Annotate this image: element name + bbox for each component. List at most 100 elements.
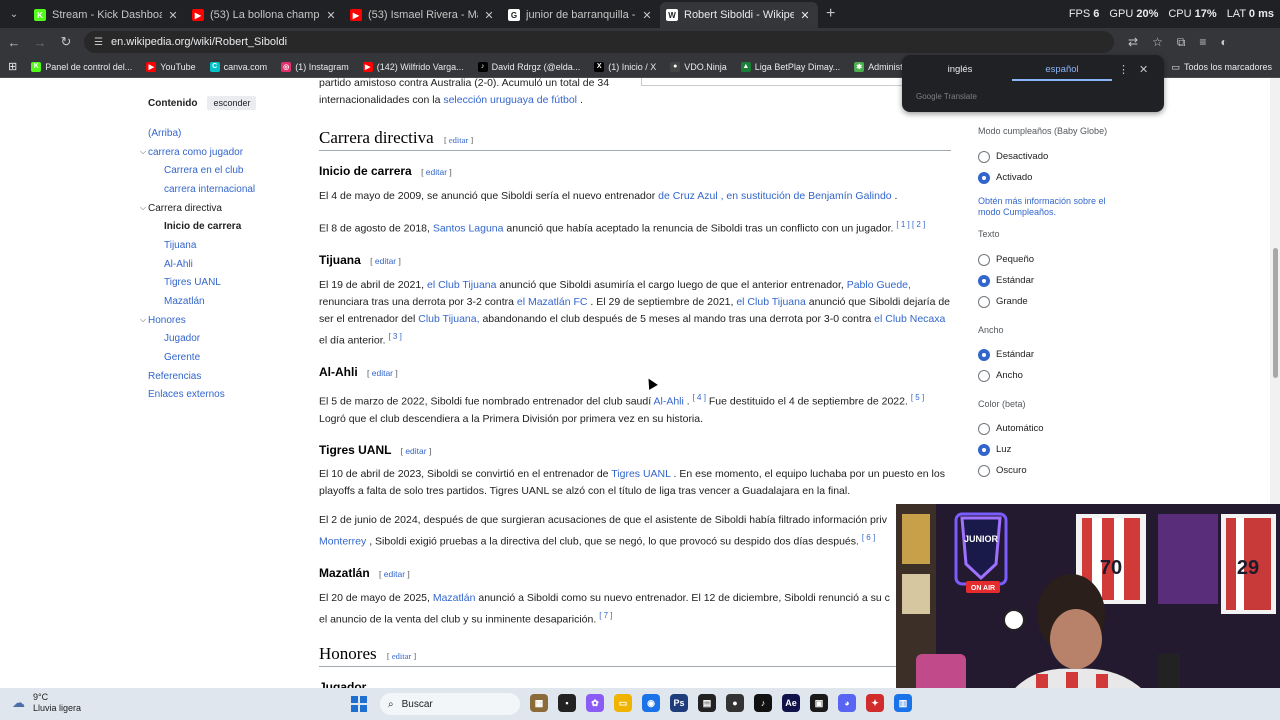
radio-option[interactable]: Estándar bbox=[978, 270, 1123, 291]
edit-link[interactable]: editar bbox=[375, 256, 396, 266]
browser-tab[interactable]: W Robert Siboldi - Wikipedia ✕ bbox=[660, 2, 818, 28]
edit-link[interactable]: editar bbox=[426, 167, 447, 177]
toc-item[interactable]: ⌵ Carrera directiva bbox=[140, 199, 300, 218]
scrollbar-thumb[interactable] bbox=[1273, 248, 1278, 378]
tab-close-icon[interactable]: ✕ bbox=[482, 9, 496, 22]
taskbar-search[interactable]: ⌕ Buscar bbox=[380, 693, 520, 715]
reference-6[interactable]: [ 6 ] bbox=[862, 533, 875, 542]
all-bookmarks[interactable]: ▭ Todos los marcadores bbox=[1171, 56, 1272, 78]
radio-button[interactable] bbox=[978, 171, 990, 184]
link-seleccion-uruguaya[interactable]: selección uruguaya de fútbol bbox=[443, 94, 577, 106]
nvidia-icon[interactable]: ▣ bbox=[810, 694, 828, 712]
more-options-icon[interactable]: ⋮ bbox=[1118, 63, 1129, 76]
radio-button[interactable] bbox=[978, 295, 990, 308]
translate-icon[interactable]: ⇄ bbox=[1128, 35, 1138, 50]
photoshop-icon[interactable]: Ps bbox=[670, 694, 688, 712]
toc-item[interactable]: Mazatlán bbox=[140, 292, 300, 311]
toc-item[interactable]: Enlaces externos bbox=[140, 386, 300, 405]
radio-button[interactable] bbox=[978, 369, 990, 382]
edit-link[interactable]: editar bbox=[384, 569, 405, 579]
radio-option[interactable]: Estándar bbox=[978, 344, 1123, 365]
radio-option[interactable]: Pequeño bbox=[978, 249, 1123, 270]
radio-option[interactable]: Activado bbox=[978, 167, 1123, 188]
toc-item[interactable]: Tigres UANL bbox=[140, 274, 300, 293]
radio-button[interactable] bbox=[978, 348, 990, 361]
edit-link[interactable]: editar bbox=[449, 135, 468, 145]
toc-item[interactable]: Referencias bbox=[140, 367, 300, 386]
toc-item[interactable]: Gerente bbox=[140, 348, 300, 367]
bookmark-item[interactable]: X (1) Inicio / X bbox=[594, 61, 656, 72]
toc-hide-button[interactable]: esconder bbox=[207, 96, 257, 110]
link-monterrey[interactable]: Monterrey bbox=[319, 536, 366, 548]
bookmark-item[interactable]: ● VDO.Ninja bbox=[670, 61, 727, 72]
radio-button[interactable] bbox=[978, 464, 990, 477]
bookmark-item[interactable]: ♪ David Rdrgz (@elda... bbox=[477, 61, 580, 72]
radio-option[interactable]: Oscuro bbox=[978, 460, 1123, 481]
toc-item[interactable]: ⌵ Honores bbox=[140, 311, 300, 330]
chevron-down-icon[interactable]: ⌵ bbox=[140, 315, 148, 325]
reload-icon[interactable]: ↻ bbox=[54, 34, 78, 50]
link-tigres-uanl[interactable]: Tigres UANL bbox=[611, 468, 670, 480]
bookmark-item[interactable]: K Panel de control del... bbox=[31, 61, 132, 72]
radio-option[interactable]: Desactivado bbox=[978, 146, 1123, 167]
taskbar-app-icon[interactable]: ▦ bbox=[530, 694, 548, 712]
tab-close-icon[interactable]: ✕ bbox=[640, 9, 654, 22]
reference-1-2[interactable]: [ 1 ] [ 2 ] bbox=[896, 220, 925, 229]
back-icon[interactable]: ← bbox=[2, 35, 26, 50]
bookmark-item[interactable]: ▶ (142) Wilfrido Varga... bbox=[362, 61, 464, 72]
translate-source-tab[interactable]: inglés bbox=[910, 55, 1010, 85]
after-effects-icon[interactable]: Ae bbox=[782, 694, 800, 712]
radio-button[interactable] bbox=[978, 253, 990, 266]
bookmark-star-icon[interactable]: ☆ bbox=[1152, 35, 1163, 50]
edit-link[interactable]: editar bbox=[372, 368, 393, 378]
tab-close-icon[interactable]: ✕ bbox=[324, 9, 338, 22]
toc-item[interactable]: Jugador bbox=[140, 330, 300, 349]
radio-option[interactable]: Luz bbox=[978, 439, 1123, 460]
bookmark-item[interactable]: ▶ YouTube bbox=[146, 61, 196, 72]
link-mazatlan-fc[interactable]: el Mazatlán FC bbox=[517, 296, 588, 308]
terminal-icon[interactable]: ▪ bbox=[558, 694, 576, 712]
browser-tab[interactable]: ▶ (53) La bollona champeta africa ✕ bbox=[186, 2, 344, 28]
edit-link[interactable]: editar bbox=[392, 651, 411, 661]
bookmark-item[interactable]: ◎ (1) Instagram bbox=[281, 61, 349, 72]
copilot-icon[interactable]: ✿ bbox=[586, 694, 604, 712]
weather-widget[interactable]: ☁ 9°C Lluvia ligera bbox=[12, 692, 81, 714]
browser-tab[interactable]: ▶ (53) Ismael Rivera - Mañana es ✕ bbox=[344, 2, 502, 28]
site-info-icon[interactable]: ☰ bbox=[94, 37, 103, 48]
apps-grid-icon[interactable]: ⊞ bbox=[8, 60, 17, 73]
link-cruz-azul[interactable]: de Cruz Azul , en sustitución de Benjamí… bbox=[658, 190, 891, 202]
tiktok-icon[interactable]: ♪ bbox=[754, 694, 772, 712]
windows-start-icon[interactable] bbox=[351, 696, 367, 712]
toc-item[interactable]: Inicio de carrera bbox=[140, 217, 300, 236]
link-mazatlan[interactable]: Mazatlán bbox=[433, 592, 476, 604]
tab-search-icon[interactable]: ⌄ bbox=[0, 0, 28, 28]
link-al-ahli[interactable]: Al-Ahli bbox=[653, 396, 683, 408]
media-icon[interactable]: ≡ bbox=[1199, 35, 1206, 50]
extensions-icon[interactable]: ⧉ bbox=[1177, 35, 1186, 50]
radio-button[interactable] bbox=[978, 422, 990, 435]
tab-close-icon[interactable]: ✕ bbox=[166, 9, 180, 22]
link-club-tijuana[interactable]: Club Tijuana, bbox=[418, 313, 479, 325]
reference-5[interactable]: [ 5 ] bbox=[911, 393, 924, 402]
reference-4[interactable]: [ 4 ] bbox=[693, 393, 706, 402]
birthday-info-link[interactable]: Obtén más información sobre el modo Cump… bbox=[978, 196, 1123, 218]
toc-item[interactable]: Carrera en el club bbox=[140, 161, 300, 180]
radio-button[interactable] bbox=[978, 150, 990, 163]
toc-item[interactable]: carrera internacional bbox=[140, 180, 300, 199]
file-explorer-icon[interactable]: ▭ bbox=[614, 694, 632, 712]
radio-option[interactable]: Ancho bbox=[978, 365, 1123, 386]
toc-item[interactable]: (Arriba) bbox=[140, 124, 300, 143]
profile-icon[interactable]: ◐ bbox=[1220, 35, 1227, 50]
link-club-tijuana[interactable]: el Club Tijuana bbox=[427, 279, 496, 291]
app-icon[interactable]: ✦ bbox=[866, 694, 884, 712]
reference-3[interactable]: [ 3 ] bbox=[388, 332, 401, 341]
address-bar[interactable]: ☰ en.wikipedia.org/wiki/Robert_Siboldi bbox=[84, 31, 1114, 53]
link-pablo-guede[interactable]: Pablo Guede, bbox=[847, 279, 911, 291]
tab-close-icon[interactable]: ✕ bbox=[798, 9, 812, 22]
obs-icon[interactable]: ● bbox=[726, 694, 744, 712]
chrome-icon[interactable]: ◉ bbox=[642, 694, 660, 712]
toc-item[interactable]: ⌵ carrera como jugador bbox=[140, 143, 300, 162]
browser-tab[interactable]: K Stream - Kick Dashboard ✕ bbox=[28, 2, 186, 28]
chevron-down-icon[interactable]: ⌵ bbox=[140, 147, 148, 157]
discord-icon[interactable]: ◕ bbox=[838, 694, 856, 712]
